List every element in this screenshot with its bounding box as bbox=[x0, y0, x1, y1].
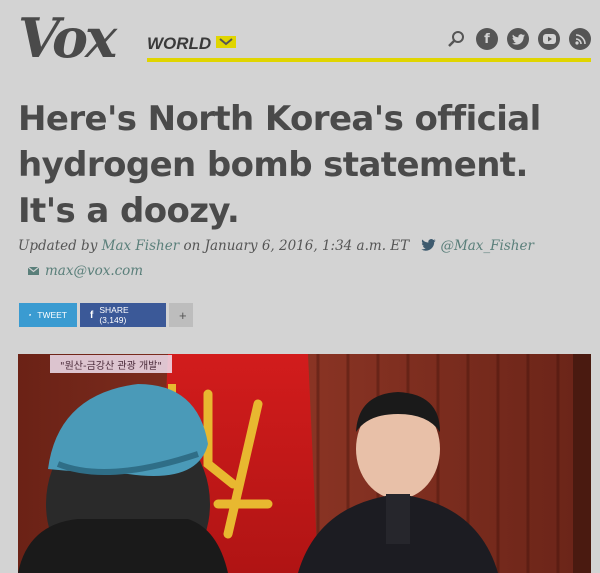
tweet-button[interactable]: TWEET bbox=[19, 303, 77, 327]
facebook-share-label: SHARE (3,149) bbox=[99, 305, 129, 325]
tweet-label: TWEET bbox=[37, 310, 67, 320]
facebook-share-button[interactable]: f SHARE (3,149) bbox=[80, 303, 166, 327]
section-divider bbox=[147, 58, 591, 62]
twitter-icon[interactable] bbox=[507, 28, 529, 50]
share-bar: TWEET f SHARE (3,149) + bbox=[19, 303, 193, 327]
article-headline: Here's North Korea's official hydrogen b… bbox=[18, 96, 578, 234]
chevron-down-icon[interactable] bbox=[216, 36, 236, 48]
search-icon[interactable] bbox=[445, 28, 467, 50]
publish-date: on January 6, 2016, 1:34 a.m. ET bbox=[183, 238, 410, 254]
photo-caption-overlay: "원산-금강산 관광 개발" bbox=[50, 355, 172, 373]
author-twitter-link[interactable]: @Max_Fisher bbox=[421, 238, 534, 254]
rss-icon[interactable] bbox=[569, 28, 591, 50]
byline: Updated by Max Fisher on January 6, 2016… bbox=[18, 238, 593, 254]
author-email: max@vox.com bbox=[45, 263, 144, 279]
header-icon-bar: f bbox=[445, 28, 591, 50]
author-email-link[interactable]: max@vox.com bbox=[28, 263, 143, 279]
section-label-world[interactable]: WORLD bbox=[147, 34, 211, 54]
article-lead-photo[interactable] bbox=[18, 354, 591, 573]
vox-logo[interactable]: Vox bbox=[18, 8, 117, 68]
headline-line: Here's North Korea's official bbox=[18, 99, 541, 139]
author-link[interactable]: Max Fisher bbox=[102, 238, 180, 254]
headline-line: hydrogen bomb statement. bbox=[18, 145, 528, 185]
facebook-icon[interactable]: f bbox=[476, 28, 498, 50]
byline-prefix: Updated by bbox=[18, 238, 98, 254]
more-share-button[interactable]: + bbox=[169, 303, 193, 327]
twitter-handle: @Max_Fisher bbox=[440, 238, 534, 254]
twitter-icon bbox=[29, 314, 32, 316]
lead-photo-image bbox=[18, 354, 591, 573]
envelope-icon bbox=[28, 267, 39, 275]
youtube-icon[interactable] bbox=[538, 28, 560, 50]
headline-line: It's a doozy. bbox=[18, 191, 240, 231]
twitter-bird-icon bbox=[421, 239, 437, 251]
facebook-icon: f bbox=[90, 309, 94, 321]
